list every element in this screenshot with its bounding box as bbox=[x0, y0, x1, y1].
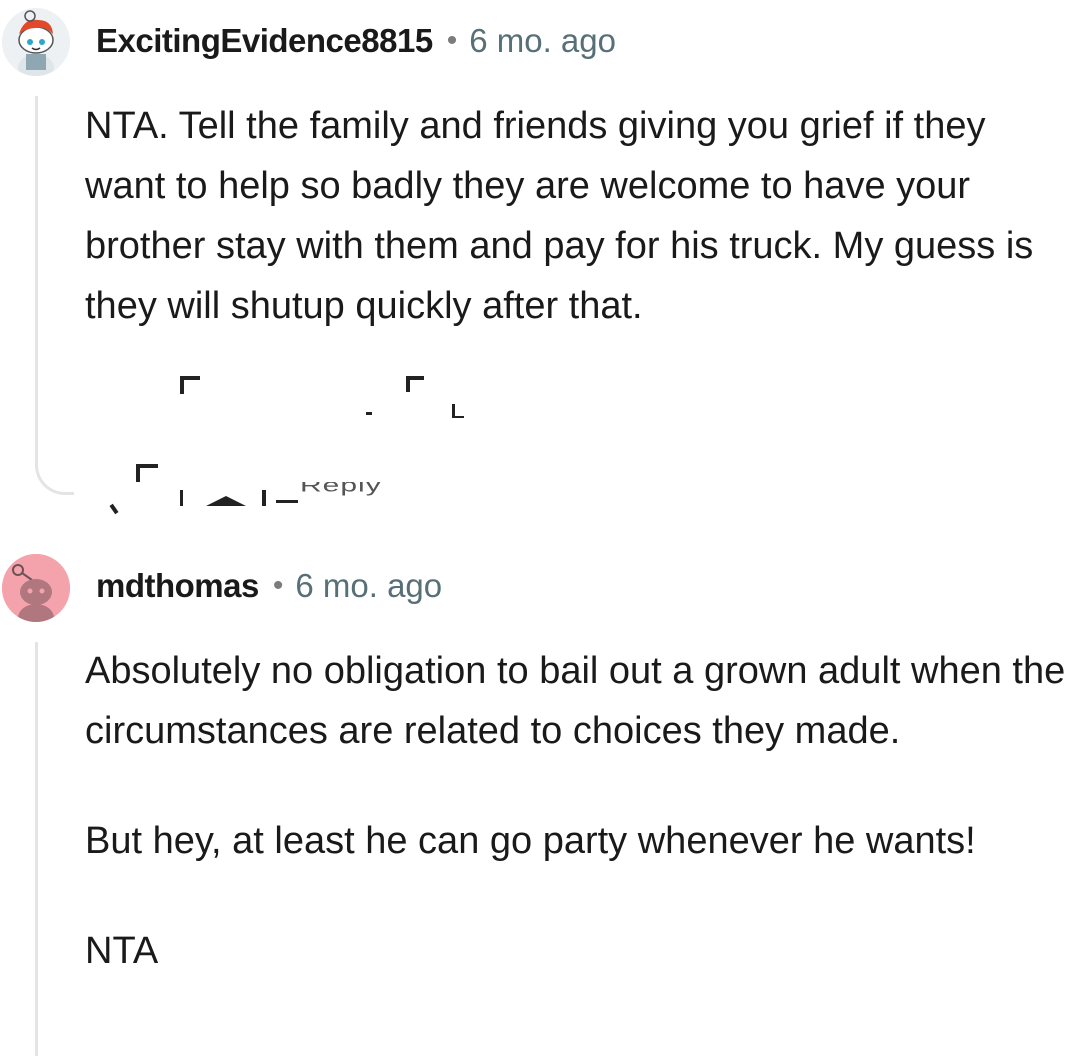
reply-button[interactable]: Reply bbox=[300, 482, 400, 498]
comment-header: ExcitingEvidence8815 • 6 mo. ago bbox=[96, 22, 616, 60]
avatar[interactable] bbox=[2, 554, 70, 622]
comment-paragraph: NTA bbox=[85, 930, 159, 972]
comment-paragraph: NTA. Tell the family and friends giving … bbox=[85, 105, 1034, 327]
artifact-mark bbox=[136, 464, 140, 482]
comment-body: Absolutely no obligation to bail out a g… bbox=[85, 641, 1070, 981]
comment-paragraph: Absolutely no obligation to bail out a g… bbox=[85, 650, 1066, 752]
username[interactable]: mdthomas bbox=[96, 567, 259, 605]
reply-label: Reply bbox=[300, 482, 382, 496]
separator-dot: • bbox=[446, 24, 458, 57]
timestamp[interactable]: 6 mo. ago bbox=[469, 22, 616, 60]
comment-header: mdthomas • 6 mo. ago bbox=[96, 567, 442, 605]
comment-body: NTA. Tell the family and friends giving … bbox=[85, 96, 1070, 336]
artifact-mark bbox=[180, 490, 183, 506]
thread-line[interactable] bbox=[35, 642, 38, 1056]
thread-curve bbox=[35, 456, 74, 495]
avatar[interactable] bbox=[2, 8, 70, 76]
comment-paragraph: But hey, at least he can go party whenev… bbox=[85, 820, 976, 862]
artifact-mark bbox=[262, 490, 266, 506]
artifact-mark bbox=[109, 503, 119, 515]
artifact-mark bbox=[452, 416, 464, 418]
artifact-mark bbox=[180, 376, 184, 394]
separator-dot: • bbox=[272, 569, 284, 602]
artifact-mark bbox=[276, 500, 298, 503]
artifact-mark bbox=[366, 412, 372, 415]
timestamp[interactable]: 6 mo. ago bbox=[295, 567, 442, 605]
username[interactable]: ExcitingEvidence8815 bbox=[96, 22, 433, 60]
artifact-mark bbox=[406, 376, 410, 392]
snoo-avatar-red-hair-icon bbox=[2, 8, 70, 76]
artifact-mark bbox=[206, 496, 246, 506]
thread-line[interactable] bbox=[35, 96, 38, 458]
snoo-avatar-pink-icon bbox=[2, 554, 70, 622]
